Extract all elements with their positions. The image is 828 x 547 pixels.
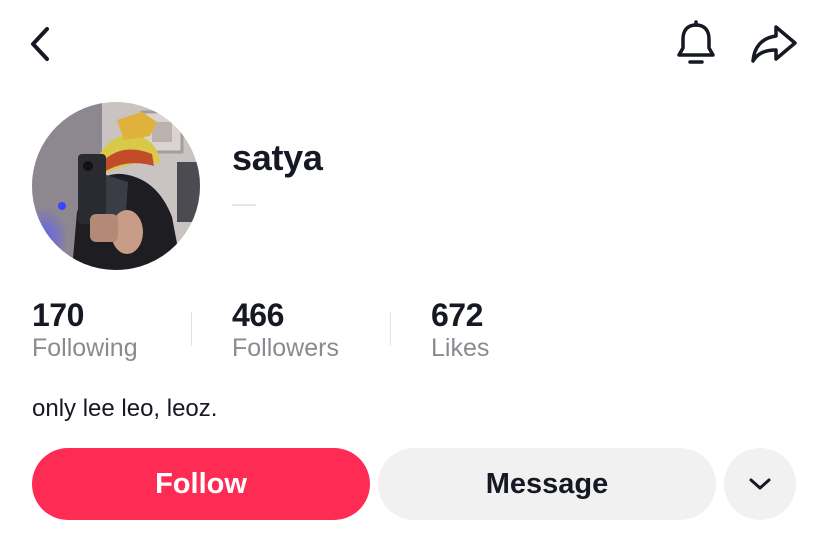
avatar[interactable] (32, 102, 200, 270)
follow-button[interactable]: Follow (32, 448, 370, 520)
username: satya (232, 137, 323, 178)
followers-label: Followers (232, 334, 339, 362)
followers-count: 466 (232, 297, 284, 333)
stat-divider (390, 312, 391, 346)
following-label: Following (32, 334, 138, 362)
profile-bio: only lee leo, leoz. (32, 395, 218, 422)
share-button[interactable] (748, 20, 800, 68)
notification-bell-button[interactable] (672, 20, 720, 68)
following-count: 170 (32, 297, 84, 333)
bell-icon (677, 20, 715, 64)
stat-following[interactable]: 170 Following (32, 296, 138, 364)
avatar-photo (32, 102, 200, 270)
likes-count: 672 (431, 297, 483, 333)
subtitle-placeholder (232, 204, 256, 206)
share-arrow-icon (751, 25, 797, 63)
stat-followers[interactable]: 466 Followers (232, 296, 339, 364)
chevron-down-icon (749, 478, 771, 490)
more-options-button[interactable] (724, 448, 796, 520)
stat-divider (191, 312, 192, 346)
likes-label: Likes (431, 334, 490, 362)
back-button[interactable] (20, 24, 60, 64)
chevron-left-icon (31, 27, 49, 61)
message-button[interactable]: Message (378, 448, 716, 520)
stat-likes[interactable]: 672 Likes (431, 296, 489, 364)
